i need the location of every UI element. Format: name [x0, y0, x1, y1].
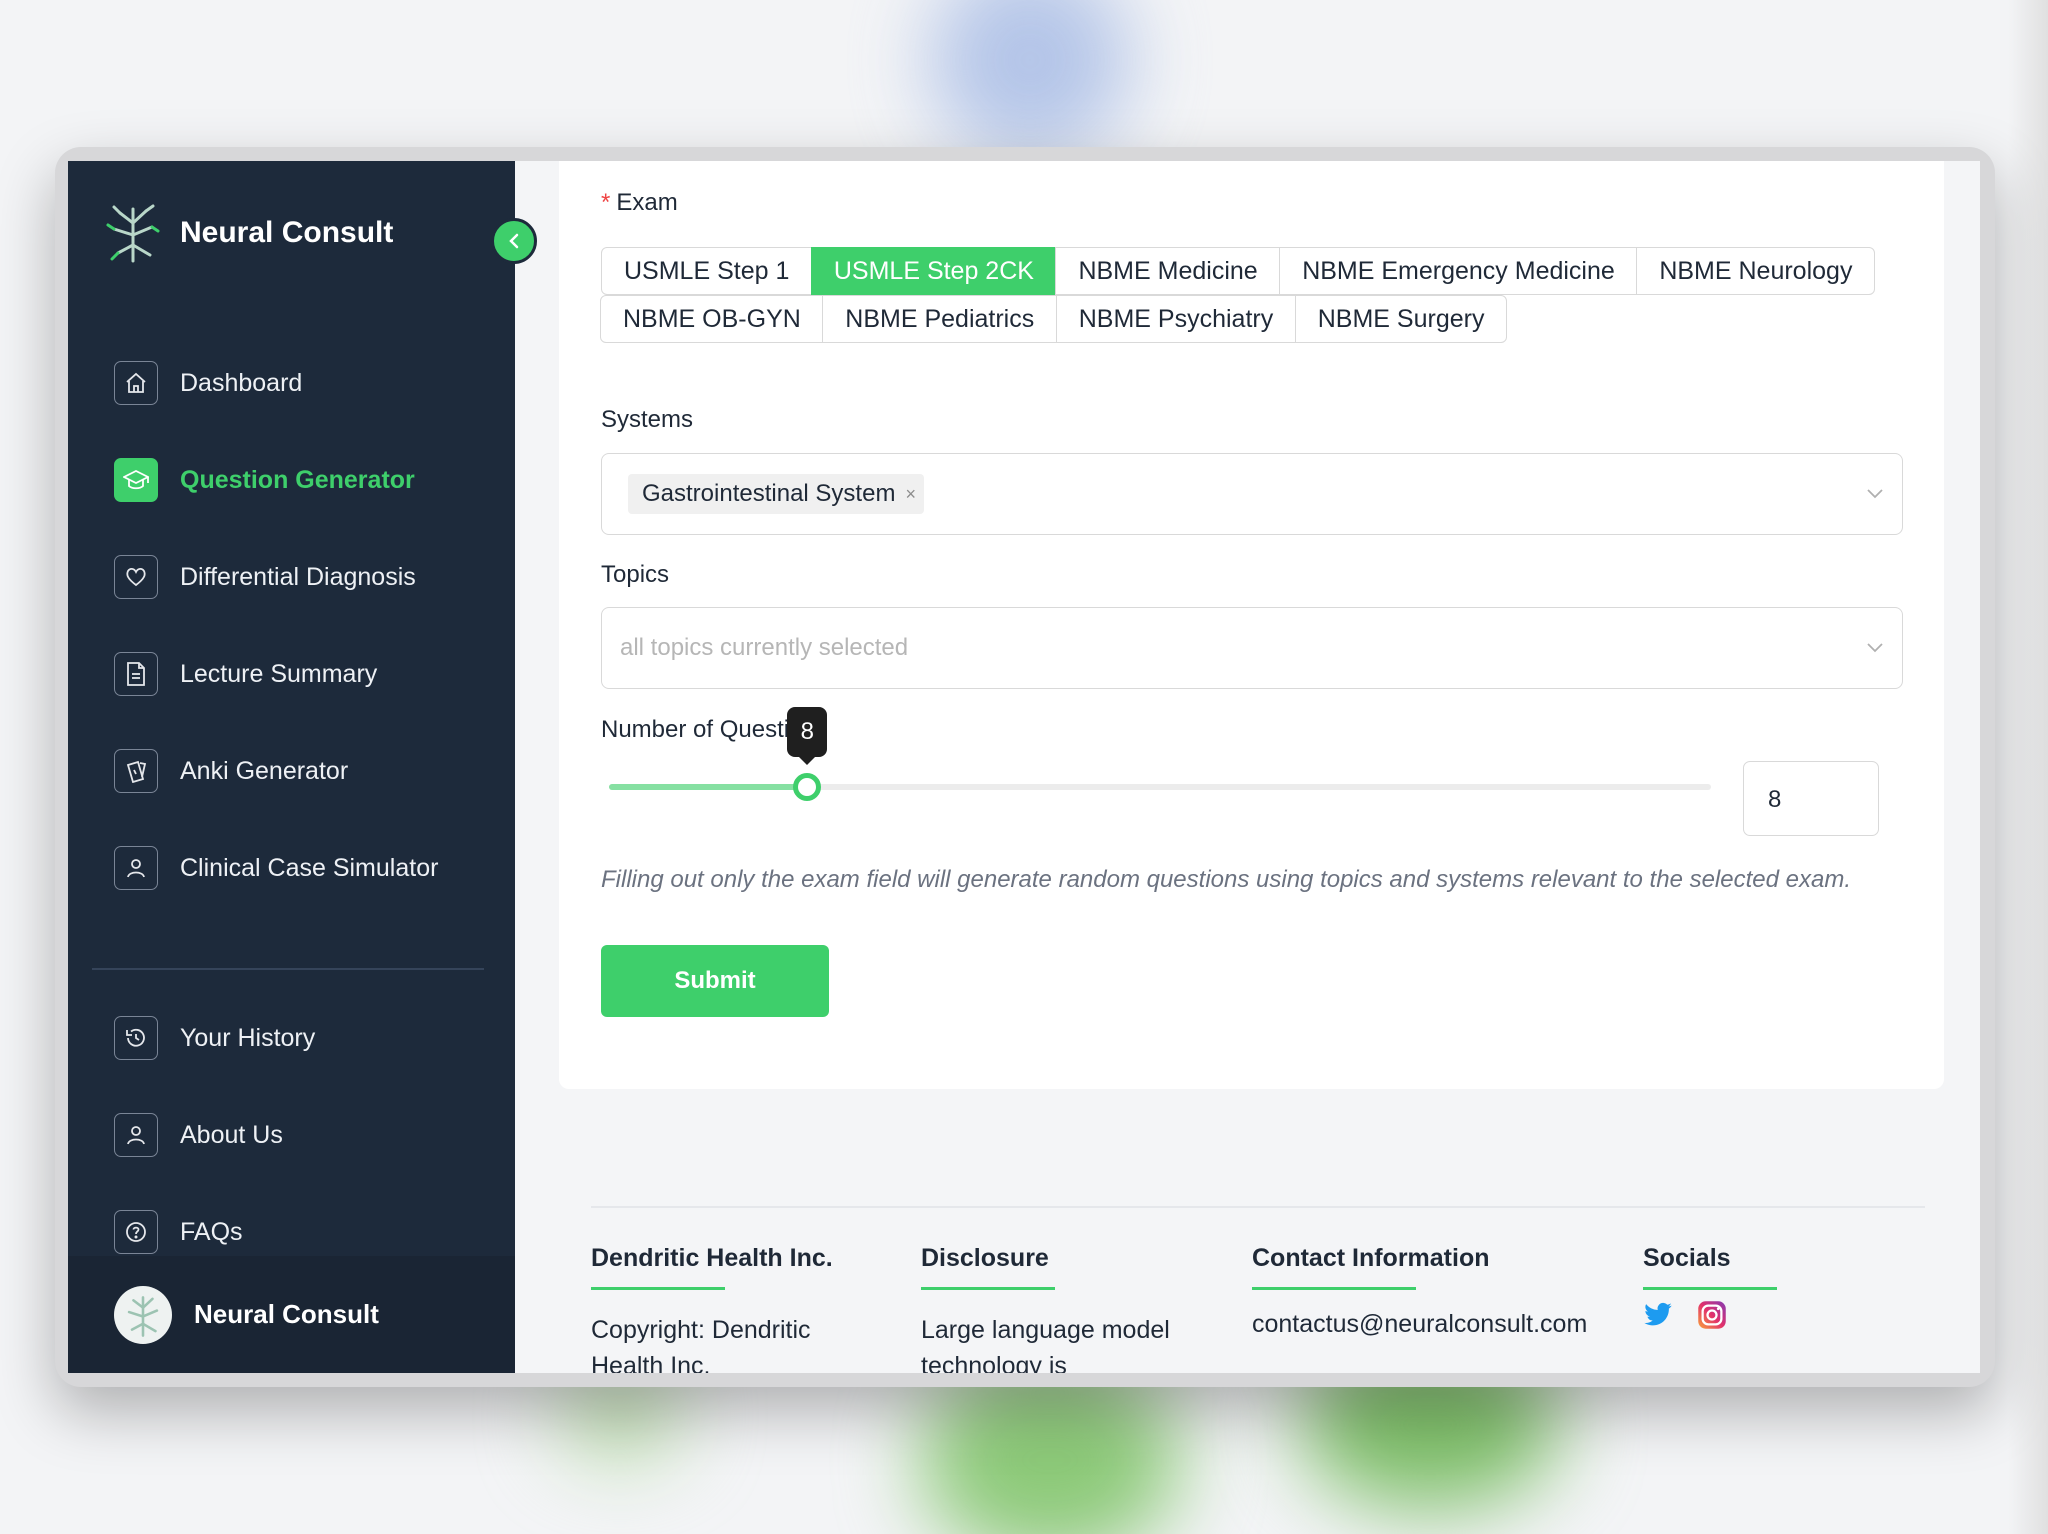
- sidebar-item-clinical-case-simulator[interactable]: Clinical Case Simulator: [114, 846, 438, 890]
- exam-option-nbme-neurology[interactable]: NBME Neurology: [1636, 247, 1876, 295]
- twitter-icon[interactable]: [1643, 1302, 1673, 1328]
- question-circle-icon: [114, 1210, 158, 1254]
- footer-underline: [591, 1287, 725, 1290]
- sidebar-item-question-generator[interactable]: Question Generator: [114, 458, 415, 502]
- exam-option-usmle-step-2ck[interactable]: USMLE Step 2CK: [810, 247, 1057, 295]
- collapse-sidebar-button[interactable]: [491, 218, 537, 264]
- exam-option-nbme-psychiatry[interactable]: NBME Psychiatry: [1055, 295, 1297, 343]
- footer-heading: Socials: [1643, 1244, 1731, 1272]
- questions-slider-track[interactable]: [609, 784, 1711, 790]
- main-content: * Exam USMLE Step 1 USMLE Step 2CK NBME M…: [515, 161, 1980, 1373]
- profile-name: Neural Consult: [194, 1299, 379, 1329]
- footer-underline: [921, 1287, 1055, 1290]
- sidebar-item-label: Differential Diagnosis: [180, 562, 416, 591]
- sidebar-item-label: Clinical Case Simulator: [180, 853, 439, 882]
- systems-select[interactable]: Gastrointestinal System ×: [601, 453, 1903, 535]
- topics-placeholder: all topics currently selected: [620, 634, 909, 661]
- user-icon: [114, 1113, 158, 1157]
- contact-email-link[interactable]: contactus@neuralconsult.com: [1252, 1306, 1632, 1342]
- history-icon: [114, 1016, 158, 1060]
- footer-underline: [1643, 1287, 1777, 1290]
- sidebar-item-label: Dashboard: [180, 368, 303, 397]
- sidebar: Neural Consult Dashboard Question Genera…: [68, 161, 515, 1373]
- sidebar-item-anki-generator[interactable]: Anki Generator: [114, 749, 348, 793]
- questions-slider-fill: [609, 784, 808, 790]
- sidebar-divider: [92, 968, 484, 970]
- sidebar-item-faqs[interactable]: FAQs: [114, 1210, 243, 1254]
- exam-label: * Exam: [601, 189, 678, 216]
- exam-option-nbme-ob-gyn[interactable]: NBME OB-GYN: [600, 295, 824, 343]
- footer-heading: Dendritic Health Inc.: [591, 1244, 833, 1272]
- footer-heading: Contact Information: [1252, 1244, 1490, 1272]
- sidebar-item-label: About Us: [180, 1120, 283, 1149]
- systems-label: Systems: [601, 406, 694, 433]
- questions-slider-handle[interactable]: [793, 773, 822, 801]
- slider-value-tooltip: 8: [787, 707, 828, 765]
- exam-option-nbme-emergency-medicine[interactable]: NBME Emergency Medicine: [1279, 247, 1638, 295]
- chevron-down-icon: [1867, 489, 1883, 499]
- form-hint: Filling out only the exam field will gen…: [601, 866, 1851, 893]
- footer-socials: Socials: [1643, 1244, 1843, 1330]
- sidebar-item-label: Anki Generator: [180, 756, 349, 785]
- sidebar-item-label: Lecture Summary: [180, 659, 378, 688]
- sidebar-item-label: Question Generator: [180, 465, 415, 494]
- sidebar-item-about-us[interactable]: About Us: [114, 1113, 283, 1157]
- exam-options-row: USMLE Step 1 USMLE Step 2CK NBME Medicin…: [601, 247, 1876, 295]
- footer-divider: [591, 1206, 1925, 1208]
- graduation-cap-icon: [114, 458, 158, 502]
- footer-underline: [1252, 1287, 1416, 1290]
- cards-icon: [114, 749, 158, 793]
- avatar: [114, 1285, 172, 1344]
- sidebar-item-your-history[interactable]: Your History: [114, 1016, 315, 1060]
- footer-contact: Contact Information contactus@neuralcons…: [1252, 1244, 1632, 1342]
- background-blur-blue: [930, 0, 1130, 160]
- selected-system-tag: Gastrointestinal System ×: [628, 474, 924, 514]
- required-mark: *: [601, 189, 611, 216]
- questions-number-input[interactable]: 8: [1743, 761, 1879, 836]
- footer-disclosure-text: Large language model technology is: [921, 1316, 1170, 1373]
- sidebar-item-label: Your History: [180, 1023, 316, 1052]
- footer-heading: Disclosure: [921, 1244, 1049, 1272]
- question-generator-form: * Exam USMLE Step 1 USMLE Step 2CK NBME M…: [559, 161, 1944, 1089]
- heart-icon: [114, 555, 158, 599]
- brand-title: Neural Consult: [180, 216, 394, 249]
- topics-select[interactable]: all topics currently selected: [601, 607, 1903, 689]
- sidebar-item-differential-diagnosis[interactable]: Differential Diagnosis: [114, 555, 416, 599]
- instagram-icon[interactable]: [1697, 1300, 1727, 1330]
- social-links: [1643, 1300, 1843, 1330]
- app-window: Neural Consult Dashboard Question Genera…: [68, 161, 1980, 1373]
- neuron-logo-icon: [106, 204, 160, 263]
- sidebar-item-label: FAQs: [180, 1217, 243, 1246]
- footer-disclosure: Disclosure Large language model technolo…: [921, 1244, 1201, 1373]
- exam-option-usmle-step-1[interactable]: USMLE Step 1: [601, 247, 813, 295]
- topics-label: Topics: [601, 561, 670, 588]
- submit-button[interactable]: Submit: [601, 945, 829, 1017]
- chevron-left-icon: [509, 233, 519, 249]
- sidebar-profile[interactable]: Neural Consult: [68, 1256, 515, 1373]
- background-edge: [2008, 0, 2048, 1534]
- footer-company: Dendritic Health Inc. Copyright: Dendrit…: [591, 1244, 851, 1373]
- exam-option-nbme-medicine[interactable]: NBME Medicine: [1055, 247, 1281, 295]
- user-icon: [114, 846, 158, 890]
- exam-option-nbme-surgery[interactable]: NBME Surgery: [1294, 295, 1508, 343]
- sidebar-item-dashboard[interactable]: Dashboard: [114, 361, 302, 405]
- sidebar-item-lecture-summary[interactable]: Lecture Summary: [114, 652, 377, 696]
- chevron-down-icon: [1867, 643, 1883, 653]
- brand[interactable]: Neural Consult: [106, 203, 393, 263]
- document-icon: [114, 652, 158, 696]
- remove-tag-icon[interactable]: ×: [905, 484, 916, 505]
- exam-options-row: NBME OB-GYN NBME Pediatrics NBME Psychia…: [600, 295, 1508, 343]
- home-icon: [114, 361, 158, 405]
- exam-option-nbme-pediatrics[interactable]: NBME Pediatrics: [822, 295, 1058, 343]
- footer-copyright: Copyright: Dendritic Health Inc.: [591, 1316, 811, 1373]
